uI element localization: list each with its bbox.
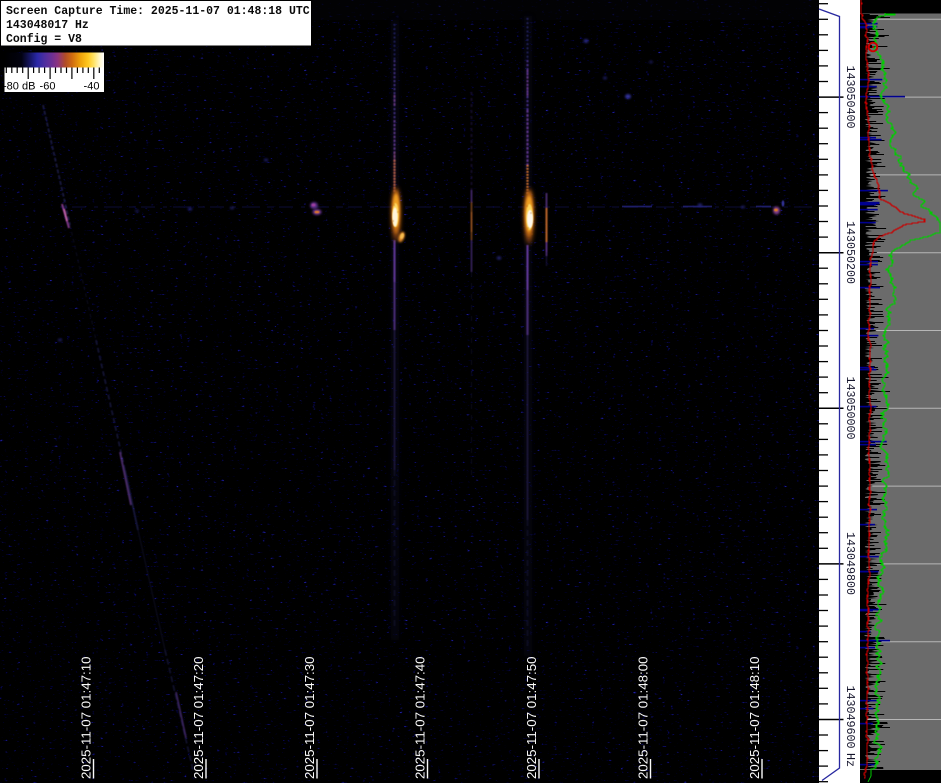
svg-text:2025-11-07 01:47:10: 2025-11-07 01:47:10 <box>79 657 94 779</box>
svg-text:143050200: 143050200 <box>843 221 857 284</box>
svg-text:-60: -60 <box>40 81 56 93</box>
svg-text:2025-11-07 01:48:10: 2025-11-07 01:48:10 <box>747 657 762 779</box>
svg-text:Config = V8: Config = V8 <box>6 33 82 46</box>
svg-text:143048017 Hz: 143048017 Hz <box>6 19 89 32</box>
svg-text:143050400: 143050400 <box>843 65 857 128</box>
svg-text:2025-11-07 01:47:40: 2025-11-07 01:47:40 <box>413 657 428 779</box>
svg-text:143050000: 143050000 <box>843 376 857 439</box>
svg-text:Hz: Hz <box>843 753 857 767</box>
svg-text:2025-11-07 01:47:20: 2025-11-07 01:47:20 <box>191 657 206 779</box>
svg-text:2025-11-07 01:47:30: 2025-11-07 01:47:30 <box>302 657 317 779</box>
svg-text:-80 dB: -80 dB <box>3 81 35 93</box>
svg-text:143049800: 143049800 <box>843 532 857 595</box>
svg-text:Screen Capture Time: 2025-11-0: Screen Capture Time: 2025-11-07 01:48:18… <box>6 5 310 18</box>
svg-text:143049600: 143049600 <box>843 685 857 748</box>
svg-text:-40: -40 <box>84 81 100 93</box>
svg-text:2025-11-07 01:48:00: 2025-11-07 01:48:00 <box>636 657 651 779</box>
svg-text:2025-11-07 01:47:50: 2025-11-07 01:47:50 <box>524 657 539 779</box>
